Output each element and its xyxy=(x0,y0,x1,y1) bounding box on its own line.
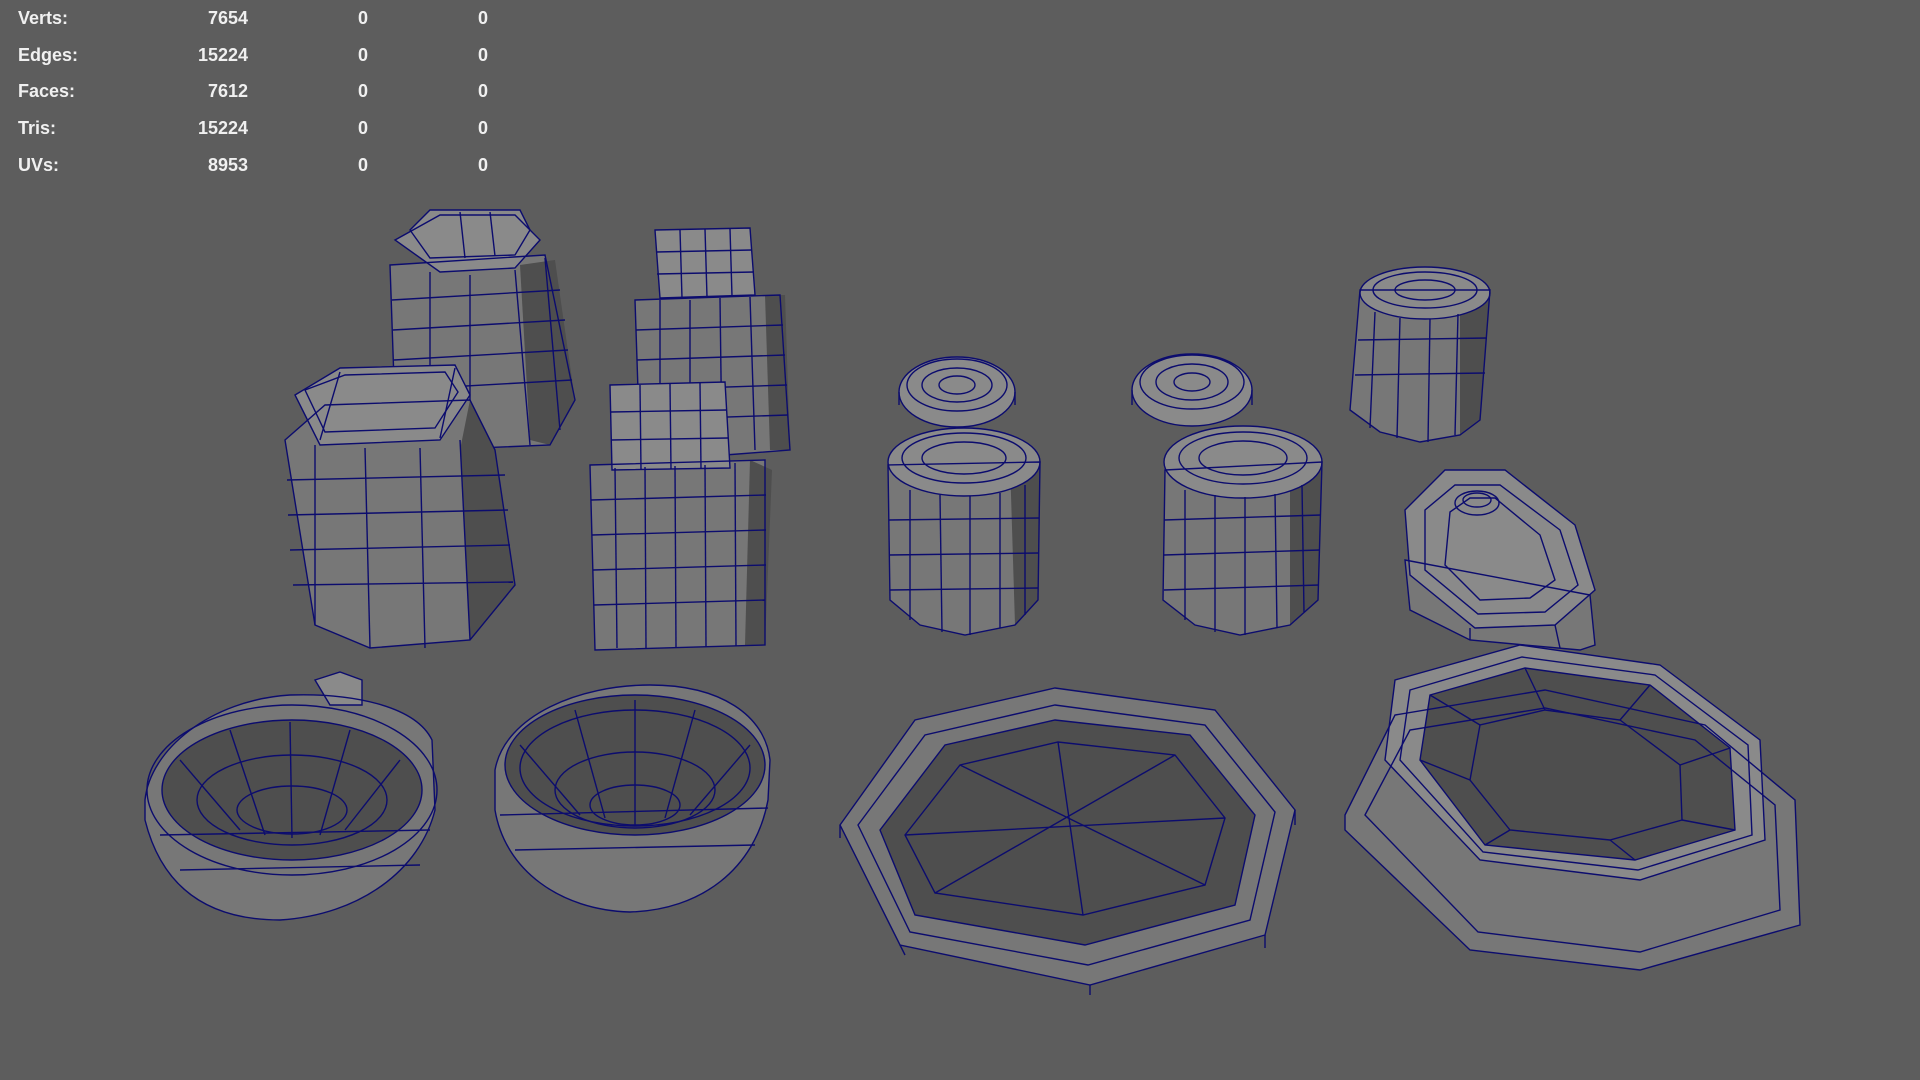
hud-value-selected: 0 xyxy=(357,154,368,175)
hud-row-tris: Tris: 15224 0 0 xyxy=(18,110,488,147)
hud-value-total: 15224 xyxy=(197,117,248,138)
mesh-can-lid-2[interactable] xyxy=(1131,353,1253,427)
hud-value-uv: 0 xyxy=(477,117,488,138)
hud-value-selected: 0 xyxy=(357,81,368,102)
mesh-bowl-with-saucer[interactable] xyxy=(1344,644,1801,971)
poly-count-hud: Verts: 7654 0 0 Edges: 15224 0 0 Faces: … xyxy=(18,0,488,183)
hud-value-uv: 0 xyxy=(477,81,488,102)
hud-value-total: 7654 xyxy=(207,7,248,28)
mesh-octagon-box[interactable] xyxy=(1404,469,1596,651)
mesh-octagon-plate[interactable] xyxy=(839,687,1296,995)
hud-row-faces: Faces: 7612 0 0 xyxy=(18,73,488,110)
mesh-cup[interactable] xyxy=(144,671,438,921)
hud-label: Faces: xyxy=(18,81,76,102)
hud-value-uv: 0 xyxy=(477,44,488,65)
3d-viewport[interactable]: Verts: 7654 0 0 Edges: 15224 0 0 Faces: … xyxy=(0,0,1920,1080)
hud-value-total: 7612 xyxy=(207,81,248,102)
hud-value-total: 15224 xyxy=(197,44,248,65)
hud-label: UVs: xyxy=(18,154,60,175)
hud-label: Tris: xyxy=(18,117,57,138)
hud-label: Verts: xyxy=(18,7,69,28)
mesh-can-body-1[interactable] xyxy=(887,427,1041,636)
mesh-bowl[interactable] xyxy=(494,684,771,913)
hud-row-uvs: UVs: 8953 0 0 xyxy=(18,147,488,184)
hud-row-verts: Verts: 7654 0 0 xyxy=(18,0,488,37)
hud-value-selected: 0 xyxy=(357,117,368,138)
hud-value-selected: 0 xyxy=(357,44,368,65)
mesh-can-body-2[interactable] xyxy=(1162,425,1323,636)
hud-row-edges: Edges: 15224 0 0 xyxy=(18,37,488,74)
hud-value-total: 8953 xyxy=(207,154,248,175)
hud-label: Edges: xyxy=(18,44,79,65)
mesh-can-tall-right[interactable] xyxy=(1349,266,1491,443)
hud-value-uv: 0 xyxy=(477,154,488,175)
hud-value-selected: 0 xyxy=(357,7,368,28)
mesh-can-lid-1[interactable] xyxy=(898,356,1016,428)
hud-value-uv: 0 xyxy=(477,7,488,28)
